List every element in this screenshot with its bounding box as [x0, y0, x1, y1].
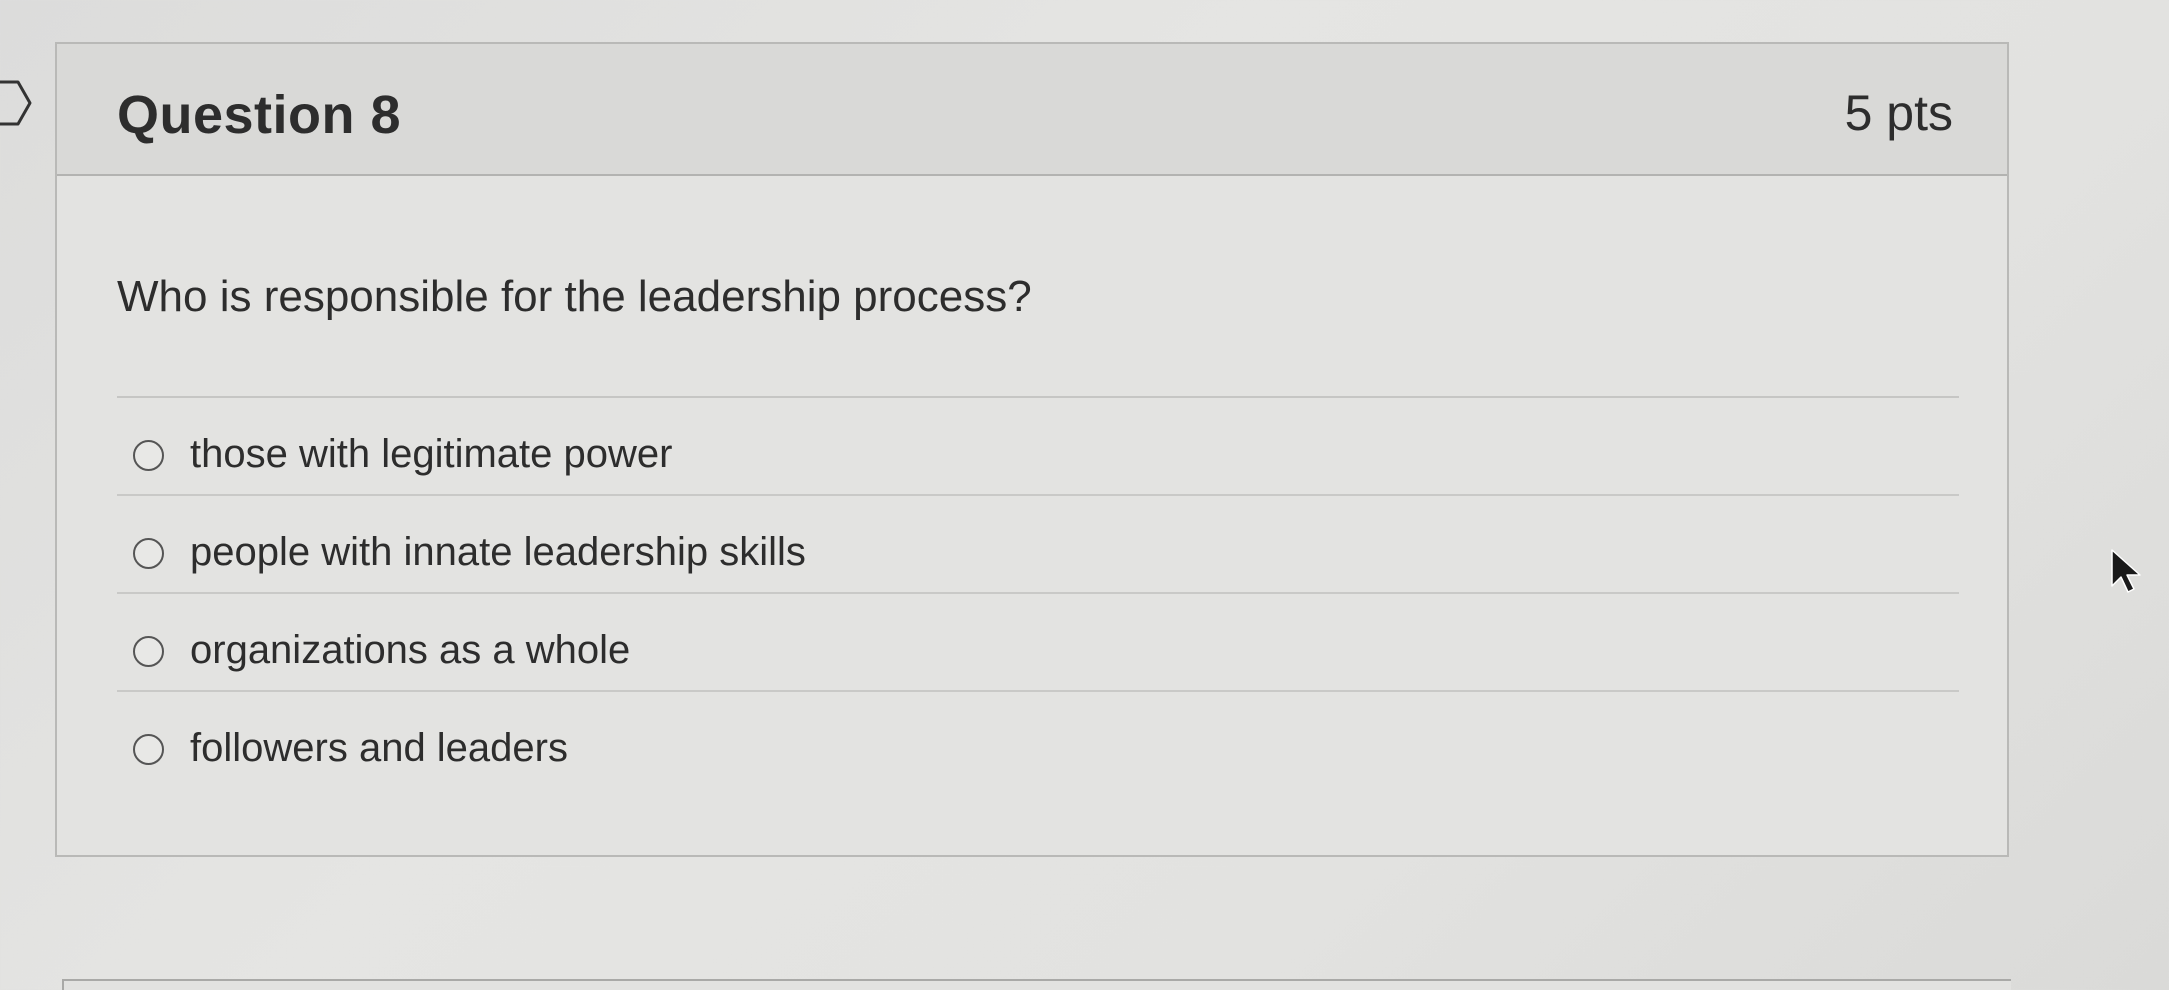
question-points: 5 pts	[1844, 85, 1953, 141]
flag-question-icon[interactable]	[0, 78, 34, 128]
answer-label[interactable]: followers and leaders	[190, 726, 568, 771]
answer-option-2[interactable]: people with innate leadership skills	[117, 496, 1959, 594]
question-card: Question 8 5 pts Who is responsible for …	[55, 42, 2009, 857]
answer-option-1[interactable]: those with legitimate power	[117, 398, 1959, 496]
radio-unselected-icon[interactable]	[133, 538, 164, 569]
answer-label[interactable]: people with innate leadership skills	[190, 530, 806, 575]
mouse-pointer-icon	[2111, 549, 2141, 593]
next-question-card-edge	[62, 979, 2011, 990]
radio-unselected-icon[interactable]	[133, 734, 164, 765]
radio-unselected-icon[interactable]	[133, 636, 164, 667]
answer-option-4[interactable]: followers and leaders	[117, 692, 1959, 790]
answer-list: those with legitimate power people with …	[117, 398, 1959, 790]
answer-option-3[interactable]: organizations as a whole	[117, 594, 1959, 692]
question-text: Who is responsible for the leadership pr…	[117, 272, 1032, 321]
answer-label[interactable]: those with legitimate power	[190, 432, 672, 477]
question-header: Question 8 5 pts	[57, 44, 2007, 176]
answer-label[interactable]: organizations as a whole	[190, 628, 630, 673]
question-title: Question 8	[117, 85, 402, 145]
radio-unselected-icon[interactable]	[133, 440, 164, 471]
